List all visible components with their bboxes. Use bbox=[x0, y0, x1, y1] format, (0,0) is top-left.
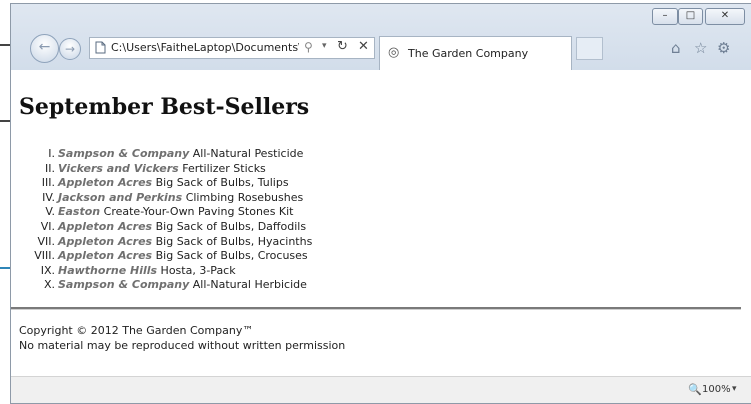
item-brand: Appleton Acres bbox=[58, 219, 153, 233]
callout-pointer-line bbox=[0, 267, 10, 269]
stop-icon[interactable]: ✕ bbox=[358, 39, 369, 54]
close-window-button[interactable]: ✕ bbox=[705, 8, 745, 25]
status-bar: 🔍 100% ▾ bbox=[11, 376, 751, 403]
item-brand: Appleton Acres bbox=[58, 249, 153, 263]
permission-notice: No material may be reproduced without wr… bbox=[19, 339, 346, 352]
item-product: Big Sack of Bulbs, Tulips bbox=[152, 176, 289, 190]
item-number: I. bbox=[48, 147, 55, 160]
item-number: V. bbox=[45, 205, 55, 219]
url-input[interactable]: C:\Users\FaitheLaptop\Documents\N bbox=[111, 41, 299, 54]
item-brand: Sampson & Company bbox=[58, 278, 190, 292]
address-dropdown-icon[interactable]: ▾ bbox=[322, 41, 327, 51]
copyright-text: Copyright © 2012 The Garden Company™ bbox=[19, 324, 254, 337]
gear-icon[interactable]: ⚙ bbox=[717, 39, 730, 57]
item-brand: Easton bbox=[58, 205, 101, 219]
forward-button[interactable]: → bbox=[59, 38, 81, 60]
zoom-level[interactable]: 100% bbox=[702, 384, 731, 395]
maximize-button[interactable]: □ bbox=[678, 8, 703, 25]
item-product: Create-Your-Own Paving Stones Kit bbox=[100, 205, 294, 219]
background-divider bbox=[0, 120, 10, 122]
tab-the-garden-company[interactable]: ◎ The Garden Company bbox=[379, 36, 572, 70]
item-brand: Sampson & Company bbox=[58, 147, 190, 160]
browser-window: – □ ✕ ← → C:\Users\FaitheLaptop\Document… bbox=[10, 3, 751, 404]
page-content: September Best-Sellers I. Sampson & Compa… bbox=[11, 70, 751, 376]
item-brand: Hawthorne Hills bbox=[58, 263, 158, 277]
favorites-star-icon[interactable]: ☆ bbox=[694, 39, 707, 57]
item-number: IX. bbox=[40, 263, 55, 277]
minimize-button[interactable]: – bbox=[652, 8, 678, 25]
forward-arrow-icon: → bbox=[64, 42, 76, 56]
item-product: Hosta, 3-Pack bbox=[157, 263, 236, 277]
item-number: VIII. bbox=[34, 249, 55, 263]
zoom-dropdown-icon[interactable]: ▾ bbox=[732, 384, 737, 394]
item-brand: Appleton Acres bbox=[58, 234, 153, 248]
item-number: X. bbox=[43, 278, 55, 292]
background-divider bbox=[0, 44, 10, 46]
home-icon[interactable]: ⌂ bbox=[671, 39, 681, 57]
item-product: Big Sack of Bulbs, Hyacinths bbox=[152, 234, 313, 248]
item-product: Climbing Rosebushes bbox=[182, 190, 304, 204]
page-title: September Best-Sellers bbox=[19, 94, 310, 120]
item-brand: Jackson and Perkins bbox=[58, 190, 183, 204]
item-product: All-Natural Herbicide bbox=[189, 278, 307, 292]
item-brand: Appleton Acres bbox=[58, 176, 153, 190]
back-arrow-icon: ← bbox=[38, 39, 51, 55]
footer: Copyright © 2012 The Garden Company™ No … bbox=[19, 323, 345, 353]
zoom-icon[interactable]: 🔍 bbox=[688, 383, 702, 396]
site-favicon-icon: ◎ bbox=[388, 45, 400, 60]
item-number: VII. bbox=[37, 234, 55, 248]
search-icon[interactable]: ⚲ bbox=[304, 40, 313, 54]
item-product: Fertilizer Sticks bbox=[178, 161, 266, 175]
address-bar[interactable]: C:\Users\FaitheLaptop\Documents\N ⚲ ▾ ↻ … bbox=[89, 37, 375, 59]
horizontal-rule bbox=[11, 307, 741, 310]
item-product: Big Sack of Bulbs, Daffodils bbox=[152, 219, 307, 233]
title-bar: – □ ✕ ← → C:\Users\FaitheLaptop\Document… bbox=[11, 4, 751, 70]
tab-title: The Garden Company bbox=[408, 47, 529, 60]
item-brand: Vickers and Vickers bbox=[58, 161, 179, 175]
item-number: VI. bbox=[40, 219, 55, 233]
item-number: IV. bbox=[42, 190, 55, 204]
item-product: All-Natural Pesticide bbox=[189, 147, 304, 160]
item-number: II. bbox=[45, 161, 55, 175]
item-product: Big Sack of Bulbs, Crocuses bbox=[152, 249, 308, 263]
item-number: III. bbox=[41, 176, 55, 190]
page-icon bbox=[95, 41, 107, 55]
refresh-icon[interactable]: ↻ bbox=[337, 39, 348, 54]
new-tab-button[interactable] bbox=[576, 37, 603, 60]
back-button[interactable]: ← bbox=[30, 34, 59, 63]
